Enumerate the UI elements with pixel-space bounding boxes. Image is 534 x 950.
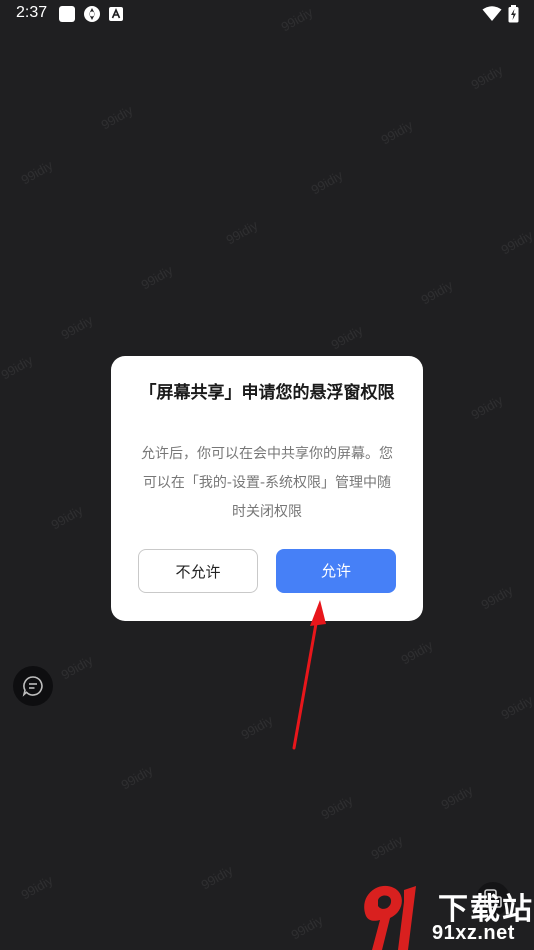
watermark-text: 99idiy xyxy=(118,762,156,793)
status-bar: 2:37 xyxy=(0,0,534,30)
watermark-text: 99idiy xyxy=(138,262,176,293)
status-time: 2:37 xyxy=(16,4,48,21)
floating-chat-button[interactable] xyxy=(13,666,53,706)
watermark-text: 99idiy xyxy=(438,782,476,813)
logo-site-text: 91xz.net xyxy=(432,922,515,944)
dialog-message: 允许后，你可以在会中共享你的屏幕。您可以在「我的-设置-系统权限」管理中随时关闭… xyxy=(141,446,393,520)
watermark-text: 99idiy xyxy=(498,227,534,258)
square-icon xyxy=(58,5,76,27)
watermark-text: 99idiy xyxy=(18,872,56,903)
deny-button[interactable]: 不允许 xyxy=(138,549,258,593)
watermark-text: 99idiy xyxy=(328,322,366,353)
watermark-text: 99idiy xyxy=(368,832,406,863)
watermark-text: 99idiy xyxy=(223,217,261,248)
allow-button[interactable]: 允许 xyxy=(276,549,396,593)
watermark-text: 99idiy xyxy=(468,62,506,93)
permission-dialog: 「屏幕共享」申请您的悬浮窗权限 允许后，你可以在会中共享你的屏幕。您可以在「我的… xyxy=(111,356,423,621)
watermark-text: 99idiy xyxy=(318,792,356,823)
aperture-icon xyxy=(83,5,101,27)
a-box-icon xyxy=(109,6,123,25)
watermark-text: 99idiy xyxy=(398,637,436,668)
watermark-text: 99idiy xyxy=(18,157,56,188)
dialog-title: 「屏幕共享」申请您的悬浮窗权限 xyxy=(139,383,395,403)
watermark-text: 99idiy xyxy=(308,167,346,198)
watermark-text: 99idiy xyxy=(478,582,516,613)
wifi-icon xyxy=(482,6,502,26)
watermark-text: 99idiy xyxy=(0,352,36,383)
chat-bubble-icon xyxy=(22,676,43,697)
watermark-text: 99idiy xyxy=(468,392,506,423)
watermark-text: 99idiy xyxy=(48,502,86,533)
watermark-text: 99idiy xyxy=(378,117,416,148)
watermark-text: 99idiy xyxy=(58,652,96,683)
watermark-text: 99idiy xyxy=(288,912,326,943)
watermark-text: 99idiy xyxy=(98,102,136,133)
logo-91-mark xyxy=(364,885,416,950)
annotation-arrow xyxy=(292,600,326,750)
watermark-text: 99idiy xyxy=(238,712,276,743)
watermark-text: 99idiy xyxy=(58,312,96,343)
app-screen: 2:37 99idiy 99idiy 99idiy 99idiy 99idiy 99idi… xyxy=(0,0,534,950)
watermark-text: 99idiy xyxy=(418,277,456,308)
battery-charging-icon xyxy=(508,5,519,27)
watermark-text: 99idiy xyxy=(498,692,534,723)
watermark-text: 99idiy xyxy=(198,862,236,893)
